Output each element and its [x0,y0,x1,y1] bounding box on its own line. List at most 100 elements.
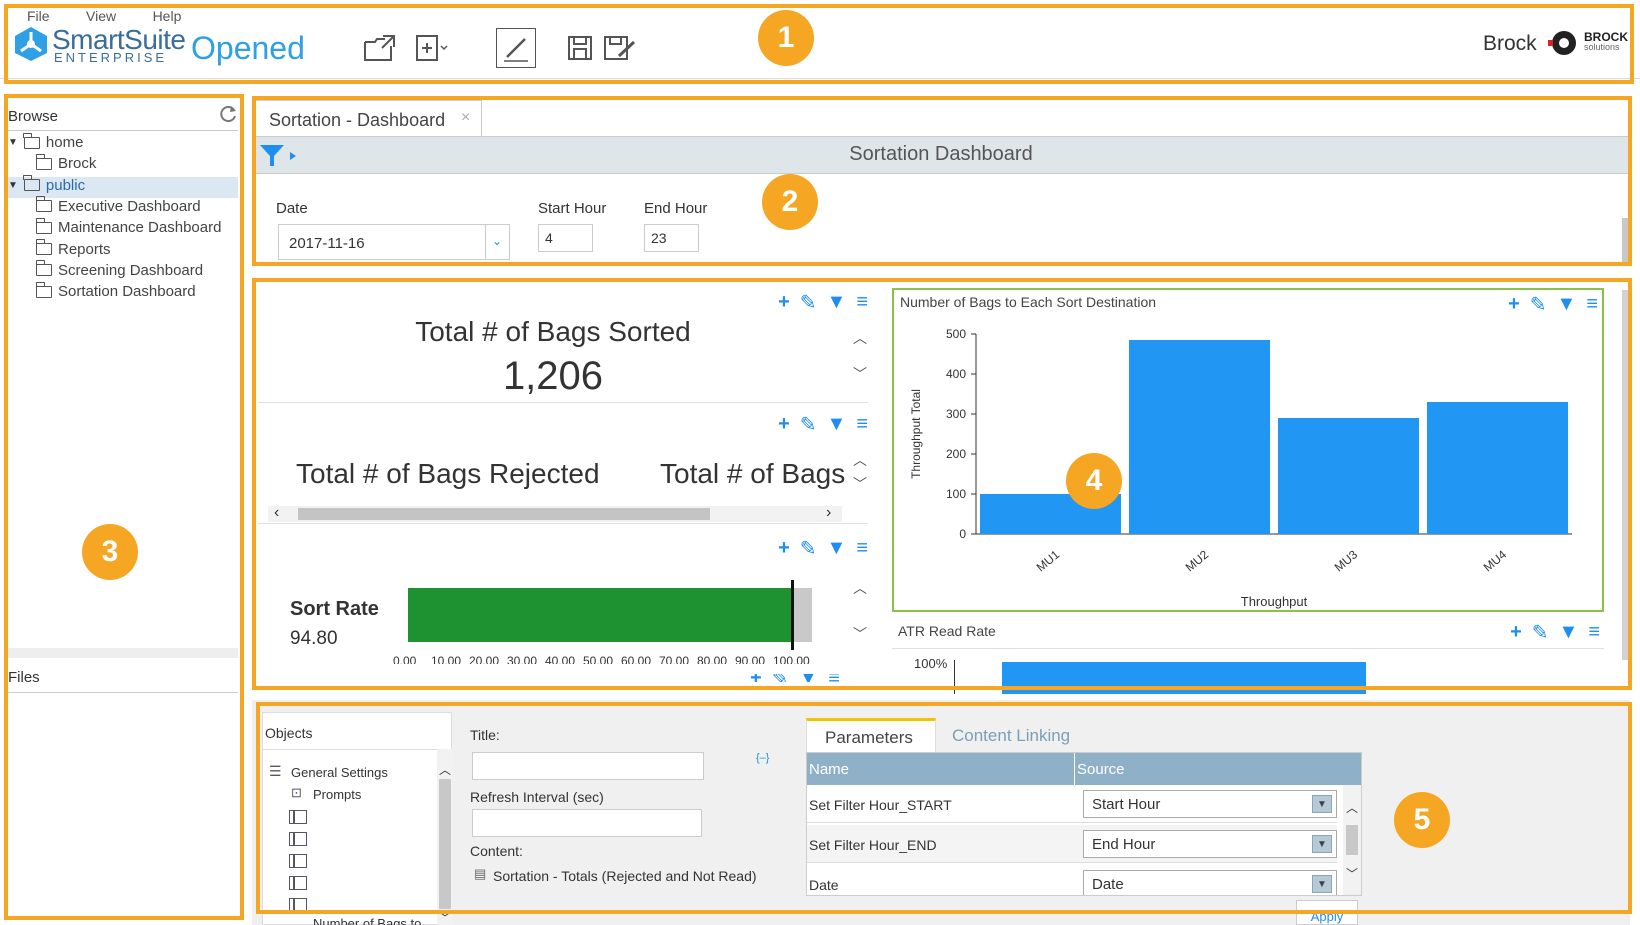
widget-scrollbar[interactable]: ︿ ﹀ [852,328,868,384]
filter-icon[interactable]: ▼ [1559,621,1579,644]
grid-scrollbar[interactable]: ︿ ﹀ [1343,785,1361,895]
menu-icon[interactable]: ≡ [856,537,868,560]
tree-item[interactable]: ▼ public [8,175,85,194]
expand-arrow-icon[interactable]: ▼ [8,137,18,148]
menu-icon[interactable]: ≡ [1586,293,1598,316]
tree-item[interactable]: Screening Dashboard [35,260,203,279]
objects-scrollbar-thumb[interactable] [439,779,451,909]
scroll-down-icon[interactable]: ﹀ [853,624,867,644]
horizontal-scrollbar[interactable]: ‹ › [268,504,842,522]
tree-item[interactable]: Sortation Dashboard [35,281,196,300]
add-icon[interactable]: + [1510,621,1522,644]
content-value[interactable]: Sortation - Totals (Rejected and Not Rea… [493,868,757,884]
menu-icon[interactable]: ≡ [856,291,868,314]
table-row[interactable]: Date Date ▼ [807,865,1337,895]
dashboard-scrollbar[interactable] [1622,280,1630,686]
expand-arrow-icon[interactable]: ▼ [8,180,18,191]
widget-scrollbar[interactable]: ︿ ﹀ [852,450,868,494]
date-picker[interactable]: 2017-11-16 ⌄ [278,224,510,260]
pencil-icon[interactable]: ✎ [800,290,817,315]
tree-item[interactable]: Brock [35,153,96,172]
widget-object-icon[interactable] [289,810,307,824]
filter-icon[interactable]: ▼ [1557,293,1577,316]
add-icon[interactable]: + [778,291,790,314]
save-as-icon[interactable] [600,28,640,68]
prompts-item[interactable]: Prompts [313,787,361,802]
refresh-interval-input[interactable] [472,809,702,837]
scroll-down-icon[interactable]: ﹀ [1346,865,1358,882]
scroll-down-icon[interactable]: ﹀ [853,364,867,384]
chevron-down-icon[interactable]: ▼ [1312,875,1332,893]
param-source-select[interactable]: Date ▼ [1083,870,1337,895]
tab-parameters[interactable]: Parameters [806,718,936,752]
pencil-icon[interactable]: ✎ [800,412,817,437]
new-item-icon[interactable] [412,28,452,68]
menu-help[interactable]: Help [153,8,182,24]
table-row[interactable]: Set Filter Hour_START Start Hour ▼ [807,785,1337,823]
widget-object-icon[interactable] [289,898,307,912]
chevron-down-icon[interactable]: ▼ [1312,835,1332,853]
menu-icon[interactable]: ≡ [856,413,868,436]
menu-view[interactable]: View [86,8,116,24]
edit-mode-icon[interactable] [496,28,536,68]
scroll-left-icon[interactable]: ‹ [274,504,279,522]
tree-item[interactable]: Maintenance Dashboard [35,217,221,236]
start-hour-input[interactable]: 4 [538,224,593,252]
filter-icon[interactable]: ▼ [798,674,818,682]
add-icon[interactable]: + [750,674,762,682]
menu-icon[interactable]: ≡ [1588,621,1600,644]
scroll-right-icon[interactable]: › [826,504,831,522]
dashboard-scrollbar-thumb[interactable] [1622,290,1630,660]
scroll-up-icon[interactable]: ︿ [853,450,867,470]
end-hour-input[interactable]: 23 [644,224,699,252]
filter-icon[interactable]: ▼ [827,413,847,436]
expression-icon[interactable]: {–} [756,752,769,764]
user-name[interactable]: Brock [1483,32,1537,56]
add-icon[interactable]: + [778,537,790,560]
tree-item[interactable]: ▼ home [8,132,83,151]
param-source-select[interactable]: Start Hour ▼ [1083,790,1337,818]
table-row[interactable]: Set Filter Hour_END End Hour ▼ [807,825,1337,863]
refresh-icon[interactable] [218,104,238,129]
tree-item[interactable]: Executive Dashboard [35,196,201,215]
save-icon[interactable] [560,28,600,68]
apply-button[interactable]: Apply [1296,900,1358,925]
scrollbar-thumb[interactable] [298,508,710,520]
title-input[interactable] [472,752,704,780]
chevron-down-icon[interactable]: ⌄ [492,234,502,248]
sidebar-splitter[interactable] [6,648,238,658]
filter-scrollbar[interactable] [1622,184,1630,264]
param-source-select[interactable]: End Hour ▼ [1083,830,1337,858]
scroll-up-icon[interactable]: ︿ [439,761,451,778]
sort-rate-fill [408,588,791,642]
scroll-down-icon[interactable]: ﹀ [439,909,451,925]
widget-scrollbar[interactable]: ︿ ﹀ [852,578,868,644]
chevron-down-icon[interactable]: ▼ [1312,795,1332,813]
scroll-up-icon[interactable]: ︿ [853,578,867,598]
objects-scrollbar[interactable]: ︿ ﹀ [437,749,453,925]
tab-content-linking[interactable]: Content Linking [952,726,1070,746]
pencil-icon[interactable]: ✎ [1532,620,1549,645]
widget-object-icon[interactable] [289,832,307,846]
scroll-down-icon[interactable]: ﹀ [853,474,867,494]
add-icon[interactable]: + [1508,293,1520,316]
widget-object-icon[interactable] [289,876,307,890]
grid-scrollbar-thumb[interactable] [1346,825,1358,855]
scroll-up-icon[interactable]: ︿ [853,328,867,348]
menu-file[interactable]: File [27,8,50,24]
tab-close-icon[interactable]: × [461,109,470,127]
pencil-icon[interactable]: ✎ [800,536,817,561]
menu-icon[interactable]: ≡ [828,674,840,682]
object-item-number-of-bags[interactable]: Number of Bags to [313,916,421,925]
open-folder-icon[interactable] [360,28,400,68]
general-settings-item[interactable]: General Settings [291,765,388,780]
pencil-icon[interactable]: ✎ [772,674,789,682]
filter-icon[interactable]: ▼ [827,537,847,560]
tab-sortation-dashboard[interactable]: Sortation - Dashboard × [252,100,482,136]
tree-item[interactable]: Reports [35,239,111,258]
scroll-up-icon[interactable]: ︿ [1346,799,1358,816]
widget-object-icon[interactable] [289,854,307,868]
add-icon[interactable]: + [778,413,790,436]
filter-scrollbar-thumb[interactable] [1622,218,1630,264]
filter-icon[interactable]: ▼ [827,291,847,314]
